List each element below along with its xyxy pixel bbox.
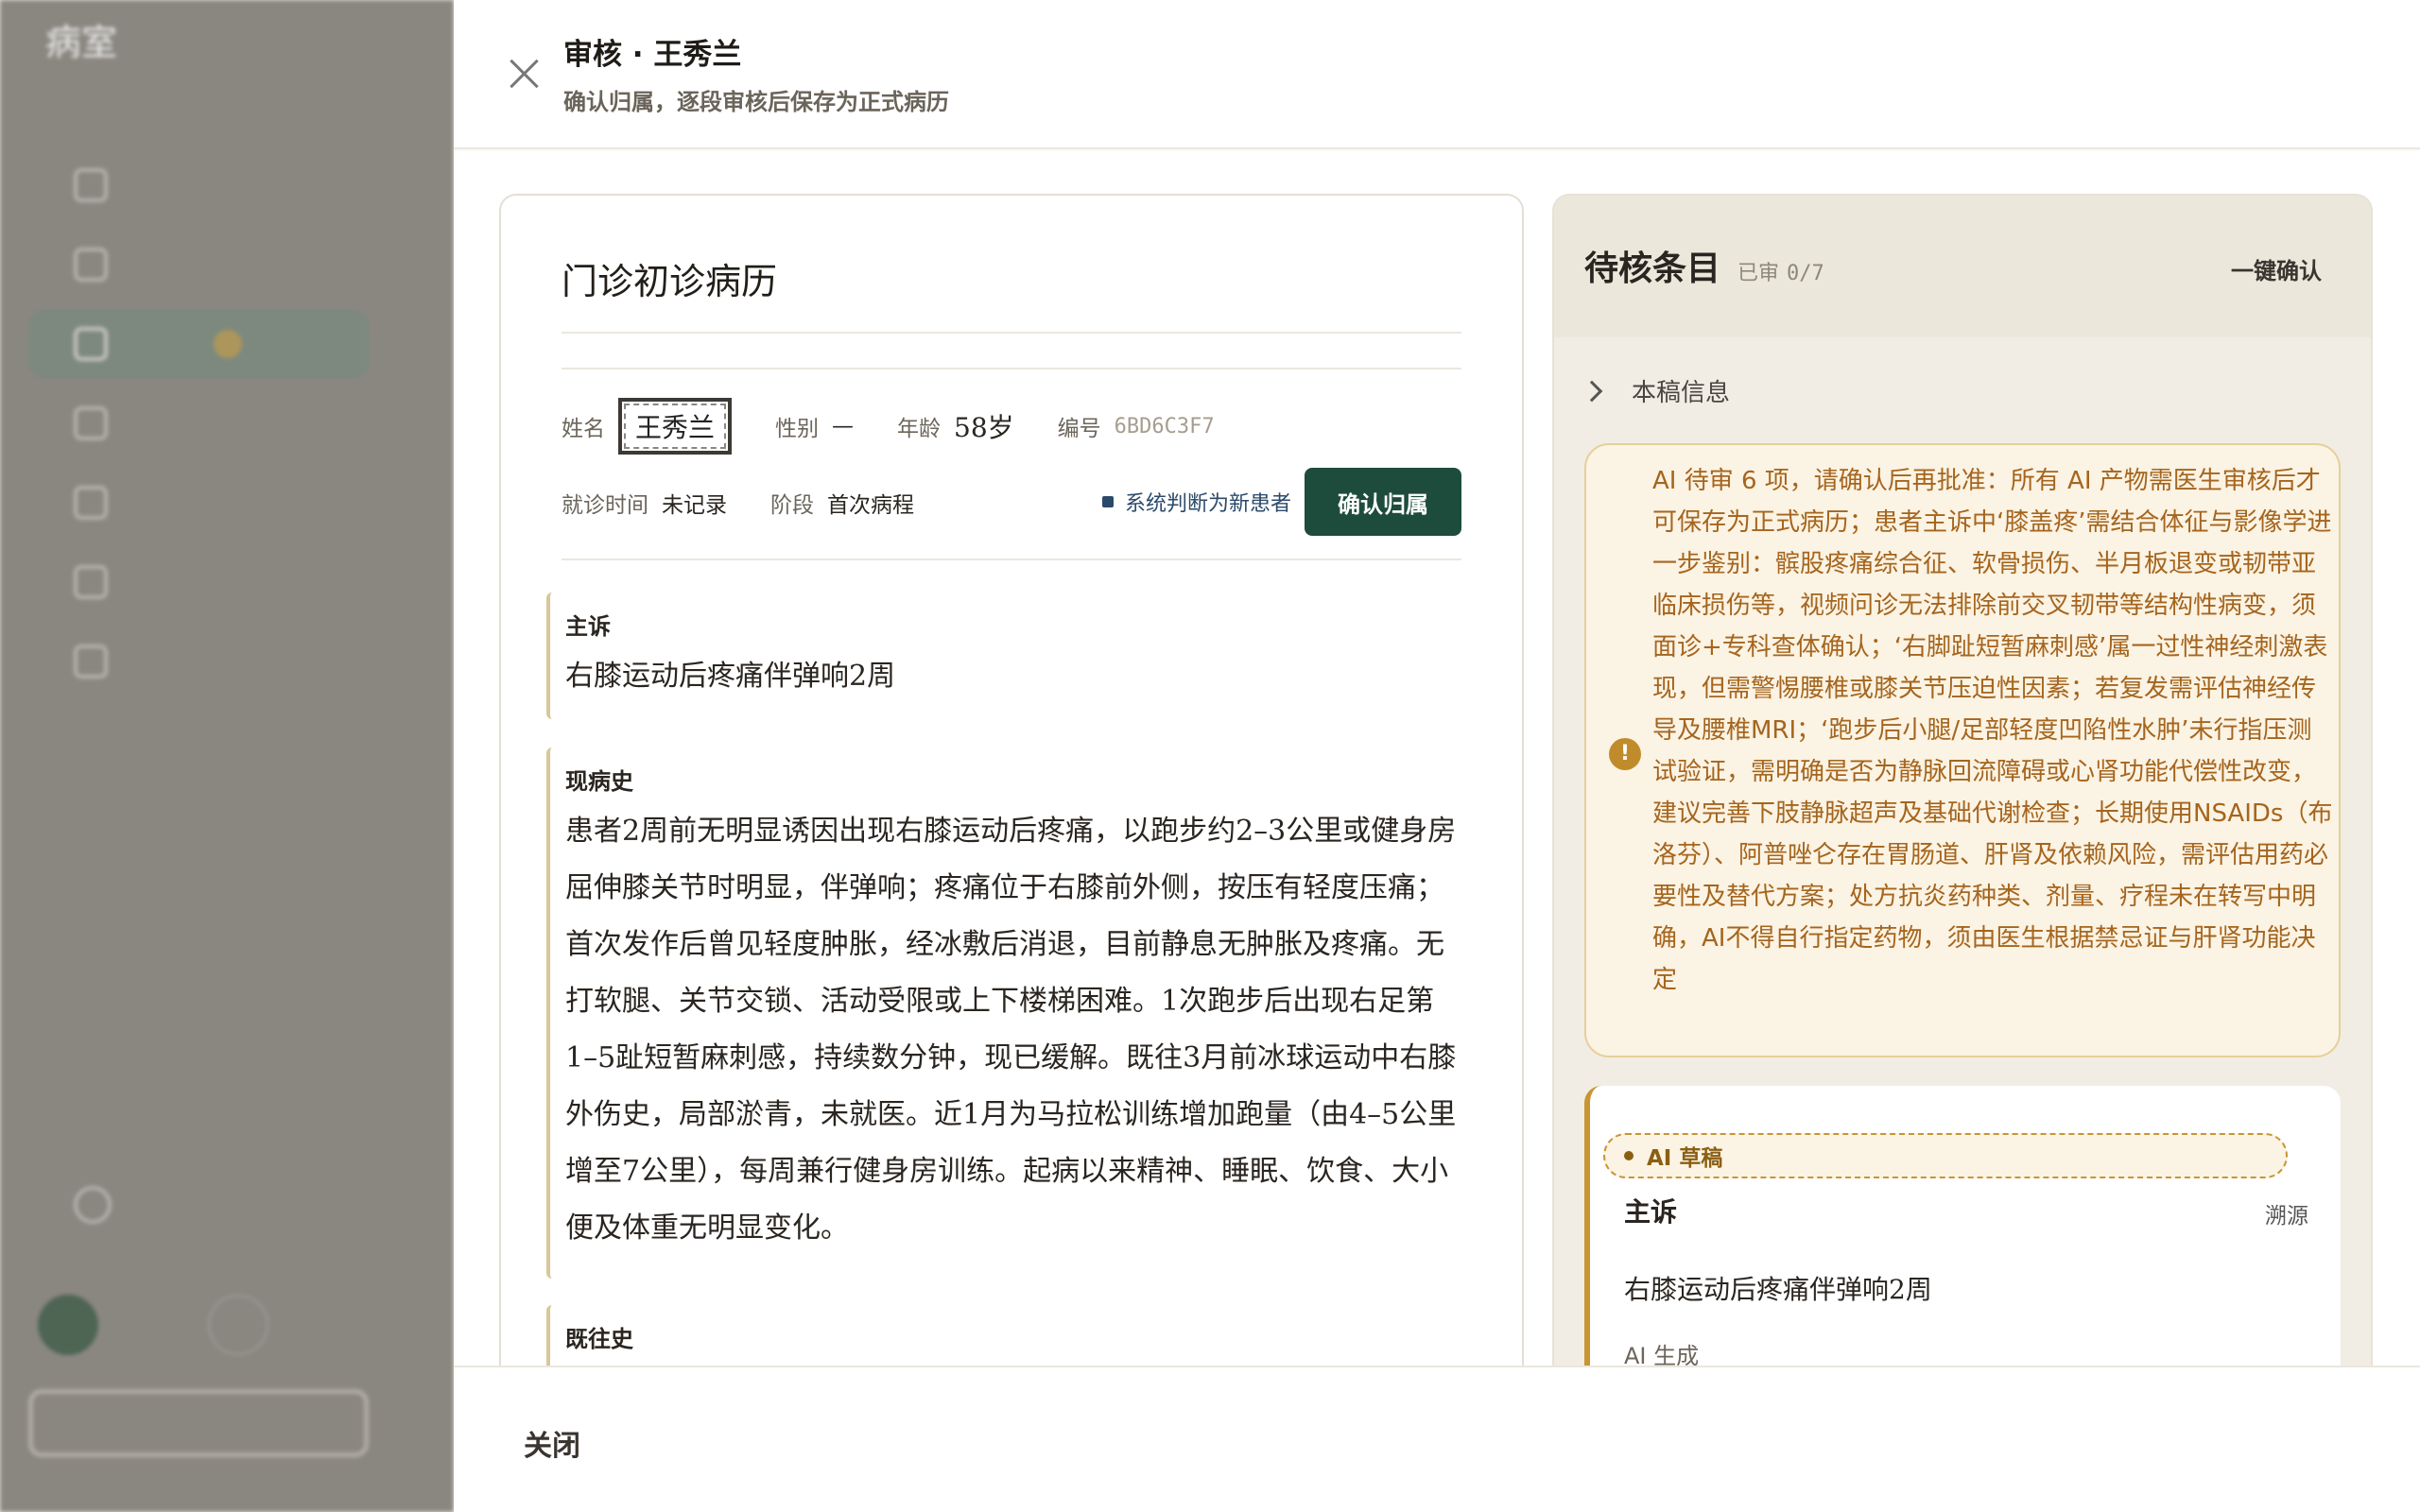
- patient-meta-row-1: 姓名 王秀兰 性别 — 年龄 58岁 编号 6BD6C3F7: [562, 398, 1215, 455]
- close-button[interactable]: 关闭: [524, 1422, 580, 1464]
- app-brand: 病室: [45, 22, 118, 63]
- reviewed-value: 0/7: [1787, 262, 1824, 285]
- section-past-history[interactable]: 既往史: [546, 1305, 1473, 1366]
- background-nav: [28, 151, 369, 707]
- search-icon: [74, 565, 108, 599]
- name-label: 姓名: [562, 417, 605, 441]
- bg-nav-item: [28, 548, 369, 616]
- drawer-title: 审核 · 王秀兰: [563, 38, 742, 72]
- bg-settings: [74, 1186, 142, 1224]
- status-dot-icon: [1102, 496, 1114, 507]
- drawer-body: 门诊初诊病历 姓名 王秀兰 性别 — 年龄 58岁 编号 6BD6C3F7 就诊…: [454, 151, 2420, 1366]
- bg-nav-item: [28, 469, 369, 537]
- patient-name-field[interactable]: 王秀兰: [618, 398, 733, 455]
- draft-source: AI 生成: [1624, 1343, 1700, 1366]
- divider: [562, 558, 1461, 560]
- close-icon[interactable]: [507, 57, 541, 91]
- section-label: 既往史: [565, 1325, 633, 1352]
- visit-label: 就诊时间: [562, 493, 648, 518]
- gender-value: —: [832, 414, 855, 438]
- one-click-confirm-button[interactable]: 一键确认: [2231, 252, 2322, 285]
- ai-warning-box: ! AI 待审 6 项，请确认后再批准：所有 AI 产物需医生审核后才可保存为正…: [1584, 443, 2341, 1057]
- clock-icon: [74, 644, 108, 679]
- review-title: 待核条目: [1584, 249, 1721, 288]
- gear-icon: [74, 1186, 112, 1224]
- ai-warning-text: AI 待审 6 项，请确认后再批准：所有 AI 产物需医生审核后才可保存为正式病…: [1652, 467, 2333, 994]
- draft-info-label: 本稿信息: [1632, 379, 1731, 407]
- draft-info-toggle[interactable]: 本稿信息: [1581, 373, 1731, 408]
- stage-value: 首次病程: [827, 493, 914, 518]
- drawer-header: 审核 · 王秀兰 确认归属，逐段审核后保存为正式病历: [454, 0, 2420, 149]
- ai-draft-tag: AI 草稿: [1603, 1133, 2288, 1178]
- review-panel-header: 待核条目 已审 0/7 一键确认: [1554, 196, 2371, 337]
- document-icon: [74, 327, 108, 361]
- draft-text: 右膝运动后疼痛伴弹响2周: [1624, 1274, 1932, 1305]
- home-icon: [74, 168, 108, 202]
- calendar-icon: [74, 486, 108, 520]
- section-chief-complaint[interactable]: 主诉 右膝运动后疼痛伴弹响2周: [546, 593, 1473, 719]
- chevron-right-icon: [1581, 380, 1603, 402]
- section-present-illness[interactable]: 现病史 患者2周前无明显诱因出现右膝运动后疼痛，以跑步约2–3公里或健身房屈伸膝…: [546, 747, 1473, 1279]
- patient-id: 6BD6C3F7: [1114, 414, 1215, 438]
- section-label: 主诉: [565, 612, 611, 640]
- gender-label: 性别: [775, 417, 820, 441]
- section-text: 右膝运动后疼痛伴弹响2周: [565, 660, 896, 693]
- review-drawer: 审核 · 王秀兰 确认归属，逐段审核后保存为正式病历 门诊初诊病历 姓名 王秀兰…: [454, 0, 2420, 1512]
- age-label: 年龄: [897, 417, 942, 441]
- divider: [562, 368, 1461, 369]
- review-panel: 待核条目 已审 0/7 一键确认 本稿信息 ! AI 待审 6 项，请确认后再批准…: [1552, 194, 2373, 1366]
- trace-source-link[interactable]: 溯源: [2265, 1197, 2308, 1229]
- drawer-subtitle: 确认归属，逐段审核后保存为正式病历: [563, 89, 949, 115]
- plus-icon: [74, 406, 108, 440]
- confirm-ownership-button[interactable]: 确认归属: [1305, 468, 1461, 536]
- record-card: 门诊初诊病历 姓名 王秀兰 性别 — 年龄 58岁 编号 6BD6C3F7 就诊…: [499, 194, 1524, 1366]
- background-app: 病室: [0, 0, 454, 1512]
- patient-meta-row-2: 就诊时间 未记录 阶段 首次病程: [562, 487, 958, 519]
- bell-icon: [208, 1295, 268, 1355]
- bg-user: [38, 1295, 268, 1355]
- bg-nav-item: [28, 151, 369, 219]
- section-label: 现病史: [565, 767, 633, 795]
- section-text: 患者2周前无明显诱因出现右膝运动后疼痛，以跑步约2–3公里或健身房屈伸膝关节时明…: [565, 815, 1457, 1245]
- nav-badge: [214, 330, 242, 358]
- draft-section-label: 主诉: [1624, 1196, 1678, 1228]
- bg-nav-item: [28, 627, 369, 696]
- reviewed-count: 已审 0/7: [1737, 256, 1824, 286]
- warning-icon: !: [1609, 738, 1641, 770]
- avatar: [38, 1295, 98, 1355]
- visit-value: 未记录: [662, 493, 727, 518]
- drawer-footer: 关闭: [454, 1366, 2420, 1512]
- reviewed-label: 已审: [1737, 262, 1780, 285]
- new-patient-note: 系统判断为新患者: [1102, 487, 1291, 517]
- divider: [562, 332, 1461, 334]
- bg-nav-item: [28, 389, 369, 457]
- id-label: 编号: [1057, 417, 1101, 441]
- ai-draft-card[interactable]: AI 草稿 主诉 溯源 右膝运动后疼痛伴弹响2周 AI 生成: [1584, 1086, 2341, 1366]
- bg-search-box: [28, 1389, 369, 1457]
- bg-nav-item-active: [28, 310, 369, 378]
- record-title: 门诊初诊病历: [562, 261, 778, 302]
- user-icon: [74, 248, 108, 282]
- age-value: 58岁: [954, 412, 1014, 443]
- bg-nav-item: [28, 231, 369, 299]
- new-patient-text: 系统判断为新患者: [1125, 492, 1292, 516]
- ai-draft-tag-label: AI 草稿: [1647, 1146, 1723, 1171]
- dot-icon: [1624, 1151, 1634, 1160]
- stage-label: 阶段: [770, 493, 814, 518]
